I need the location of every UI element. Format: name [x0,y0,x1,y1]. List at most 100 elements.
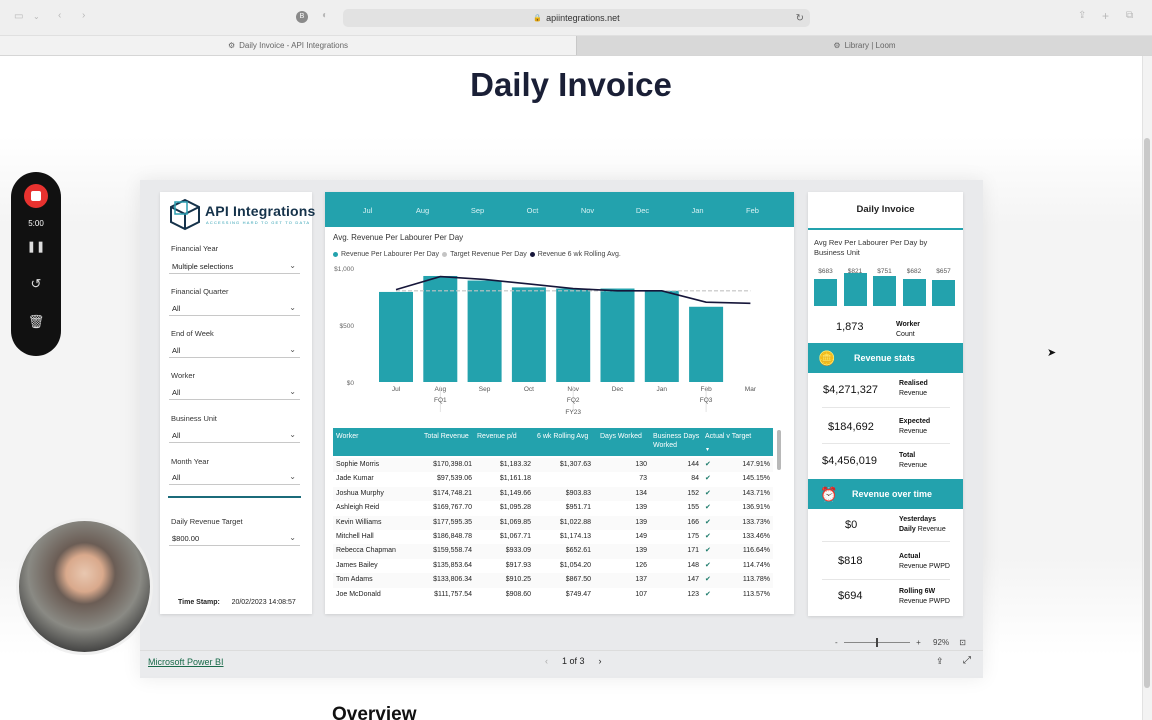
realised-revenue-value: $4,271,327 [823,384,879,396]
label-line-2: Revenue [899,462,928,469]
month-button-jan[interactable]: Jan [673,200,722,220]
label-line-2: Revenue [899,428,928,435]
bu-bar-label: $682 [906,268,922,275]
bar-dec [600,288,635,382]
table-row[interactable]: Kevin Williams $177,595.35 $1,069.85 $1,022… [333,515,773,531]
col-business-days[interactable]: Business Days Worked [653,432,703,450]
col-actual-v-target[interactable]: Actual v Target [705,432,751,441]
table-row[interactable]: Rebecca Chapman $159,558.74 $933.09 $652.61… [333,544,773,559]
sidebar-icon[interactable]: ▭ [14,12,23,22]
webcam-bubble[interactable] [16,518,153,655]
fit-page-icon[interactable]: ⊡ [959,638,966,647]
chevron-down-icon: ⌄ [289,303,296,312]
timestamp-value: 20/02/2023 14:08:57 [231,599,296,606]
check-icon: ✔ [705,590,711,598]
table-cell: $951.71 [565,504,591,512]
share-icon[interactable]: ⇪ [936,656,944,667]
month-button-nov[interactable]: Nov [563,200,612,220]
check-icon: ✔ [705,547,711,555]
table-row[interactable]: Joe McDonald $111,757.54 $908.60 $749.47 107… [333,587,773,603]
month-button-aug[interactable]: Aug [398,200,447,220]
fullscreen-icon[interactable]: ⤢ [963,655,971,666]
zoom-in-button[interactable]: + [916,638,921,647]
section-title: Revenue over time [852,489,933,499]
bu-bar[interactable] [843,273,867,306]
address-bar[interactable]: 🔒 apiintegrations.net ↻ [343,9,810,27]
table-cell: 147 [687,576,699,584]
overview-heading: Overview [332,704,417,720]
month-button-dec[interactable]: Dec [618,200,667,220]
tab-library-loom[interactable]: ⚙ Library | Loom [576,36,1152,55]
trash-icon[interactable]: 🗑 [11,314,61,330]
bu-bar[interactable] [873,275,896,306]
daily-revenue-target-dropdown[interactable]: $800.00 ⌄ [169,532,300,546]
table-cell: $169,767.70 [433,504,472,512]
month-button-sep[interactable]: Sep [453,200,502,220]
table-cell: Tom Adams [336,576,373,584]
table-row[interactable]: James Bailey $135,853.64 $917.93 $1,054.20 1… [333,558,773,574]
prev-page-icon[interactable]: ‹ [545,656,548,666]
table-cell: $1,174.13 [559,533,591,540]
tab-daily-invoice[interactable]: ⚙ Daily Invoice - API Integrations [0,36,576,55]
sort-desc-icon[interactable]: ▾ [706,446,709,455]
bu-bar[interactable] [814,278,837,306]
table-row[interactable]: Mitchell Hall $186,848.78 $1,067.71 $1,174.… [333,530,773,545]
end-of-week-dropdown[interactable]: All ⌄ [169,344,300,358]
shield-icon[interactable]: ◐ [322,11,328,21]
bu-bar[interactable] [932,279,955,306]
zoom-slider[interactable] [843,638,910,648]
restart-icon[interactable]: ↺ [11,276,61,292]
zoom-out-button[interactable]: - [835,638,838,647]
total-revenue-value: $4,456,019 [822,455,878,467]
dropdown-value: All [172,473,181,482]
extension-icon[interactable]: B [296,11,308,23]
bu-bar[interactable] [902,278,926,306]
share-icon[interactable]: ⇪ [1078,11,1086,21]
table-row[interactable]: Joshua Murphy $174,748.21 $1,149.66 $903.83… [333,486,773,502]
worker-dropdown[interactable]: All ⌄ [169,386,300,400]
back-icon[interactable]: ‹ [58,11,61,21]
col-revenue-pd[interactable]: Revenue p/d [477,432,517,441]
filter-label-month-year: Month Year [171,457,209,466]
month-button-jul[interactable]: Jul [343,200,392,220]
col-days-worked[interactable]: Days Worked [600,432,642,441]
table-scrollbar[interactable] [777,430,781,470]
bar-aug [423,275,458,382]
pause-icon[interactable]: ❚❚ [11,240,61,253]
new-tab-icon[interactable]: + [1102,10,1109,22]
financial-quarter-dropdown[interactable]: All ⌄ [169,302,300,316]
month-button-oct[interactable]: Oct [508,200,557,220]
forward-icon[interactable]: › [82,11,85,21]
zoom-slider-handle[interactable] [875,638,878,648]
page-scroll-thumb[interactable] [1144,138,1150,688]
legend-dot [529,252,535,257]
table-row[interactable]: Ashleigh Reid $169,767.70 $1,095.28 $951.71… [333,501,773,516]
month-button-feb[interactable]: Feb [728,200,777,220]
lock-icon: 🔒 [533,15,543,22]
next-page-icon[interactable]: › [599,656,602,666]
col-worker[interactable]: Worker [336,432,358,441]
bu-bar-label: $821 [847,268,863,275]
table-cell: $867.50 [565,576,591,584]
table-row[interactable]: Jade Kumar $97,539.06 $1,161.18 73 84 145.15%… [333,472,773,487]
table-cell: 147.91% [742,461,770,468]
revenue-stats-header: 🪙 Revenue stats [808,343,963,373]
table-cell: $933.09 [505,547,531,555]
stop-recording-button[interactable] [24,184,48,208]
col-total-revenue[interactable]: Total Revenue [424,432,469,441]
quarter-label: FQ3 [700,397,713,404]
bar-nov [556,288,591,382]
col-rolling-avg[interactable]: 6 wk Rolling Avg [537,432,588,441]
tab-overview-icon[interactable]: ⧉ [1126,11,1133,21]
reload-icon[interactable]: ↻ [796,13,804,24]
chevron-down-icon[interactable]: ⌄ [33,13,40,21]
powerbi-link[interactable]: Microsoft Power BI [148,657,224,667]
table-cell: 137 [635,576,647,584]
financial-year-dropdown[interactable]: Multiple selections ⌄ [169,260,300,274]
table-row[interactable]: Sophie Morris $170,398.01 $1,183.32 $1,307.… [333,458,773,473]
revenue-chart: $1,000$500$0Jul Aug Sep Oct Nov Dec Jan Feb MarF… [334,266,757,416]
month-year-dropdown[interactable]: All ⌄ [169,471,300,485]
table-cell: $1,022.88 [559,518,591,526]
table-row[interactable]: Tom Adams $133,806.34 $910.25 $867.50 137 147… [333,573,773,588]
business-unit-dropdown[interactable]: All ⌄ [169,429,300,443]
